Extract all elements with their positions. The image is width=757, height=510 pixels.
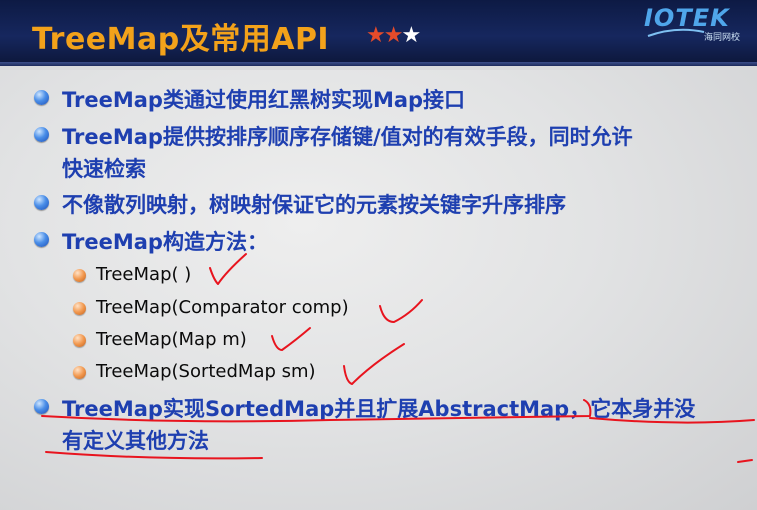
underline-mark <box>45 451 263 460</box>
pen-mark <box>737 459 753 463</box>
underline-mark <box>41 399 592 423</box>
handwritten-annotations <box>41 253 755 463</box>
checkmark-icon <box>271 327 311 351</box>
checkmark-icon <box>379 299 423 323</box>
checkmark-icon <box>209 253 247 285</box>
checkmark-icon <box>343 343 405 385</box>
underline-mark <box>589 417 755 424</box>
